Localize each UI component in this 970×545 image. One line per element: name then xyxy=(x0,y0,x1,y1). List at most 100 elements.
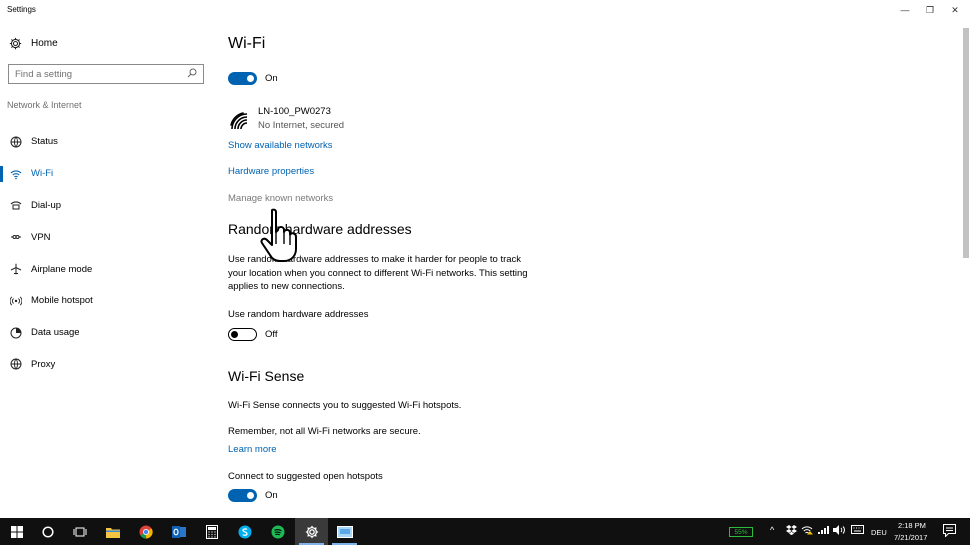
clock-time[interactable]: 2:18 PM xyxy=(898,521,926,530)
main-content: Wi-Fi On LN-100_PW0273 No Internet, secu… xyxy=(228,20,948,518)
sidebar-item-wifi[interactable]: Wi-Fi xyxy=(0,158,215,190)
language-indicator[interactable]: DEU xyxy=(871,528,887,537)
random-hw-toggle-row: Off xyxy=(228,328,278,341)
close-button[interactable]: ✕ xyxy=(940,0,970,20)
task-view-button[interactable] xyxy=(63,518,96,545)
hardware-properties-link[interactable]: Hardware properties xyxy=(228,166,314,177)
notifications-icon[interactable] xyxy=(943,524,956,539)
wifi-sense-warning: Remember, not all Wi-Fi networks are sec… xyxy=(228,426,421,437)
start-button[interactable] xyxy=(0,518,33,545)
wifi-toggle-state: On xyxy=(265,73,278,84)
title-bar: Settings — ❐ ✕ xyxy=(0,0,970,20)
wifi-icon xyxy=(10,168,22,180)
network-name: LN-100_PW0273 xyxy=(258,106,331,117)
outlook-icon xyxy=(171,525,186,538)
data-usage-icon xyxy=(10,327,22,339)
network-status: No Internet, secured xyxy=(258,120,345,131)
globe-icon xyxy=(10,136,22,148)
skype-button[interactable] xyxy=(228,518,261,545)
sidebar-item-proxy[interactable]: Proxy xyxy=(0,349,215,381)
dropbox-icon[interactable] xyxy=(786,525,797,537)
sidebar-item-label: Mobile hotspot xyxy=(31,295,93,307)
dialup-icon xyxy=(10,199,22,211)
sidebar-item-airplane[interactable]: Airplane mode xyxy=(0,253,215,285)
proxy-icon xyxy=(10,358,22,370)
volume-icon[interactable] xyxy=(833,525,845,537)
sidebar-item-data-usage[interactable]: Data usage xyxy=(0,317,215,349)
sidebar-item-label: Airplane mode xyxy=(31,263,93,275)
outlook-button[interactable] xyxy=(162,518,195,545)
spotify-button[interactable] xyxy=(261,518,294,545)
hotspot-icon xyxy=(10,295,22,307)
sidebar-item-label: VPN xyxy=(31,231,51,243)
sidebar: Home Network & Internet Status Wi-Fi xyxy=(0,20,215,518)
home-label: Home xyxy=(31,37,58,49)
sidebar-item-label: Data usage xyxy=(31,327,80,339)
sidebar-item-dialup[interactable]: Dial-up xyxy=(0,190,215,222)
wifi-signal-icon xyxy=(228,110,248,130)
search-input[interactable] xyxy=(15,68,187,80)
window-title: Settings xyxy=(7,5,36,14)
home-nav-item[interactable]: Home xyxy=(8,34,58,52)
scroll-thumb[interactable] xyxy=(963,28,969,258)
hand-cursor-icon xyxy=(260,208,297,262)
sidebar-item-vpn[interactable]: VPN xyxy=(0,221,215,253)
sidebar-item-status[interactable]: Status xyxy=(0,126,215,158)
network-app-button[interactable] xyxy=(328,518,361,545)
sidebar-item-label: Wi-Fi xyxy=(31,168,54,180)
calculator-icon xyxy=(205,524,218,539)
show-available-networks-link[interactable]: Show available networks xyxy=(228,140,333,151)
section-label: Network & Internet xyxy=(7,100,82,110)
vpn-icon xyxy=(10,231,22,243)
wifi-tray-icon[interactable] xyxy=(801,525,813,537)
hotspots-toggle-state: On xyxy=(265,490,278,501)
gear-icon xyxy=(305,525,318,538)
cortana-button[interactable] xyxy=(31,518,64,545)
chrome-button[interactable] xyxy=(129,518,162,545)
folder-icon xyxy=(105,527,120,538)
random-hw-toggle-state: Off xyxy=(265,329,278,340)
airplane-icon xyxy=(10,263,22,275)
hotspots-toggle[interactable] xyxy=(228,489,257,502)
spotify-icon xyxy=(271,525,284,538)
hotspots-caption: Connect to suggested open hotspots xyxy=(228,471,383,482)
page-title: Wi-Fi xyxy=(228,35,266,52)
gear-icon xyxy=(8,36,22,50)
chrome-icon xyxy=(139,525,153,539)
cortana-icon xyxy=(41,525,54,538)
learn-more-link[interactable]: Learn more xyxy=(228,444,277,455)
hotspots-toggle-row: On xyxy=(228,489,278,502)
wifi-sense-description: Wi-Fi Sense connects you to suggested Wi… xyxy=(228,400,462,411)
task-view-icon xyxy=(73,527,86,536)
sidebar-item-hotspot[interactable]: Mobile hotspot xyxy=(0,285,215,317)
keyboard-icon[interactable] xyxy=(851,525,864,536)
settings-window: Settings — ❐ ✕ Home Network & Internet S… xyxy=(0,0,970,518)
search-icon[interactable] xyxy=(187,68,197,80)
network-info: LN-100_PW0273 No Internet, secured xyxy=(258,106,344,131)
wifi-toggle[interactable] xyxy=(228,72,257,85)
random-hw-heading: Random hardware addresses xyxy=(228,221,412,237)
random-hw-toggle[interactable] xyxy=(228,328,257,341)
skype-icon xyxy=(238,525,251,538)
clock-date[interactable]: 7/21/2017 xyxy=(894,533,927,542)
nav-list: Status Wi-Fi Dial-up VPN Airplane mode M… xyxy=(0,126,215,380)
network-tray-icon[interactable] xyxy=(817,525,829,537)
calculator-button[interactable] xyxy=(195,518,228,545)
settings-taskbar-button[interactable] xyxy=(295,518,328,545)
random-hw-caption: Use random hardware addresses xyxy=(228,309,369,320)
sidebar-item-label: Dial-up xyxy=(31,199,62,211)
file-explorer-button[interactable] xyxy=(96,518,129,545)
wifi-toggle-row: On xyxy=(228,72,278,85)
scrollbar[interactable] xyxy=(961,20,970,518)
sidebar-item-label: Proxy xyxy=(31,358,56,370)
search-box[interactable] xyxy=(8,64,204,84)
sidebar-item-label: Status xyxy=(31,136,58,148)
taskbar: 55% ^ DEU 2:18 PM 7/21/2017 xyxy=(0,518,970,545)
network-app-icon xyxy=(336,525,353,538)
windows-logo-icon xyxy=(10,525,23,538)
chevron-up-icon[interactable]: ^ xyxy=(770,525,774,535)
battery-indicator[interactable]: 55% xyxy=(729,527,753,537)
current-network[interactable]: LN-100_PW0273 No Internet, secured xyxy=(228,106,344,131)
manage-known-networks-link[interactable]: Manage known networks xyxy=(228,193,333,204)
wifi-sense-heading: Wi-Fi Sense xyxy=(228,368,305,384)
